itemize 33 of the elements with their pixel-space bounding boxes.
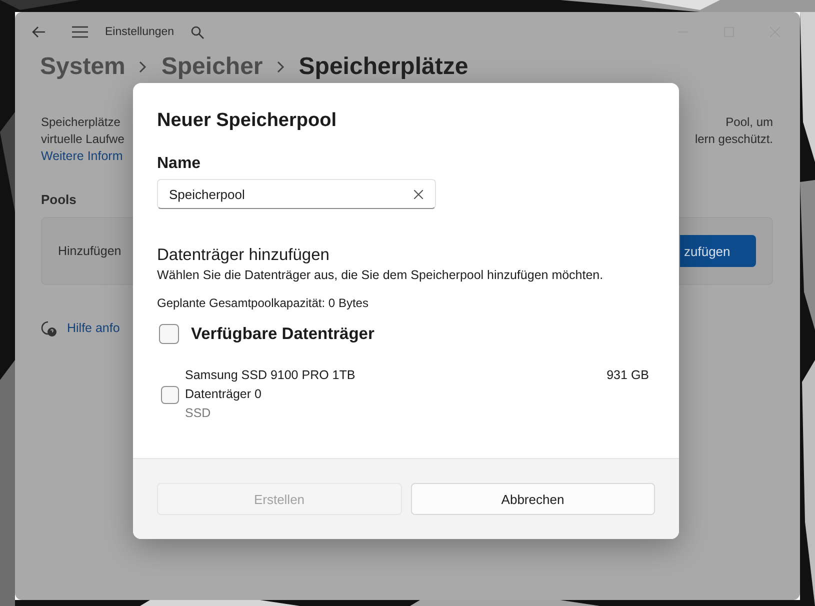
description-text: Speicherplätze — [41, 114, 122, 131]
back-arrow-icon[interactable] — [32, 26, 46, 38]
capacity-text: Geplante Gesamtpoolkapazität: 0 Bytes — [157, 296, 368, 310]
checkbox-label: Verfügbare Datenträger — [191, 324, 374, 344]
disk-number: Datenträger 0 — [185, 386, 262, 403]
learn-more-link[interactable]: Weitere Inform — [41, 148, 124, 165]
cancel-button[interactable]: Abbrechen — [410, 483, 655, 515]
breadcrumb-item: Speicherplätze — [298, 52, 468, 81]
description-text: Pool, um — [726, 114, 773, 131]
dialog-title: Neuer Speicherpool — [157, 110, 336, 132]
description-text: lern geschützt. — [694, 131, 773, 148]
disk-type: SSD — [185, 405, 212, 422]
name-field[interactable]: Speicherpool — [157, 179, 436, 209]
chevron-icon — [276, 60, 285, 72]
disk-name: Samsung SSD 9100 PRO 1TB — [185, 367, 356, 384]
field-label: Name — [157, 155, 201, 173]
section-heading: Pools — [41, 192, 76, 207]
checkbox[interactable] — [161, 386, 179, 404]
checkbox[interactable] — [159, 324, 179, 344]
breadcrumb-item[interactable]: Speicher — [161, 52, 263, 81]
card-label: Hinzufügen — [58, 244, 122, 258]
clear-icon[interactable] — [414, 190, 423, 198]
section-description: Wählen Sie die Datenträger aus, die Sie dem Speicherpool hinzufügen möchten. — [157, 268, 604, 282]
description-text: virtuelle Laufwe — [41, 131, 124, 148]
window-title: Einstellungen — [105, 26, 174, 38]
breadcrumb-item[interactable]: System — [40, 52, 126, 81]
section-heading: Datenträger hinzufügen — [157, 246, 330, 265]
disk-size: 931 GB — [606, 367, 649, 384]
chevron-icon — [139, 60, 148, 72]
add-button[interactable]: zufügen — [680, 235, 756, 267]
search-icon[interactable] — [191, 26, 204, 38]
menu-icon[interactable] — [72, 26, 88, 38]
help-link[interactable]: Hilfe anfo — [67, 320, 120, 337]
